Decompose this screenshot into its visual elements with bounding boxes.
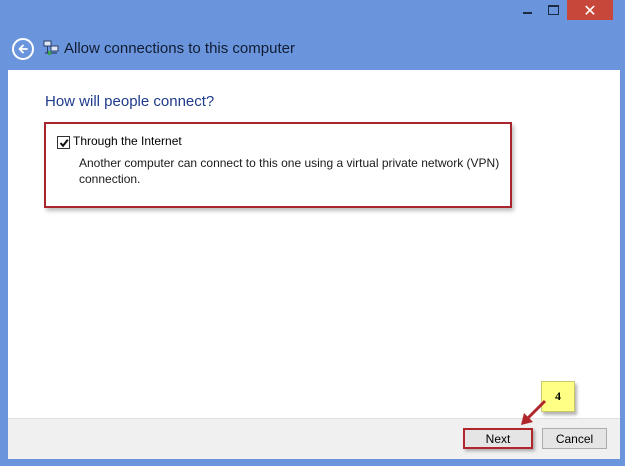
minimize-button[interactable] — [514, 0, 540, 20]
dialog-window: ✕ Allow connections to this computer How… — [0, 0, 625, 466]
back-button[interactable] — [12, 38, 34, 60]
close-icon: ✕ — [583, 0, 597, 20]
through-internet-checkbox[interactable] — [57, 136, 70, 149]
through-internet-description: Another computer can connect to this one… — [79, 156, 500, 186]
cancel-button[interactable]: Cancel — [542, 428, 607, 449]
window-title: Allow connections to this computer — [64, 40, 295, 57]
annotation-arrow-icon — [521, 399, 547, 425]
internet-option-highlight: Through the Internet Another computer ca… — [44, 122, 512, 208]
checkmark-icon — [59, 138, 69, 147]
through-internet-label[interactable]: Through the Internet — [73, 134, 182, 148]
caption-buttons: ✕ — [514, 0, 613, 26]
back-arrow-icon — [18, 44, 28, 54]
maximize-icon — [548, 5, 559, 15]
page-heading: How will people connect? — [45, 93, 215, 110]
dialog-header: Allow connections to this computer — [0, 30, 625, 70]
content-area: How will people connect? Through the Int… — [8, 70, 620, 418]
close-button[interactable]: ✕ — [567, 0, 613, 20]
next-button[interactable]: Next — [463, 428, 533, 449]
network-connection-icon — [43, 40, 59, 55]
maximize-button[interactable] — [540, 0, 567, 20]
minimize-icon — [522, 12, 532, 14]
